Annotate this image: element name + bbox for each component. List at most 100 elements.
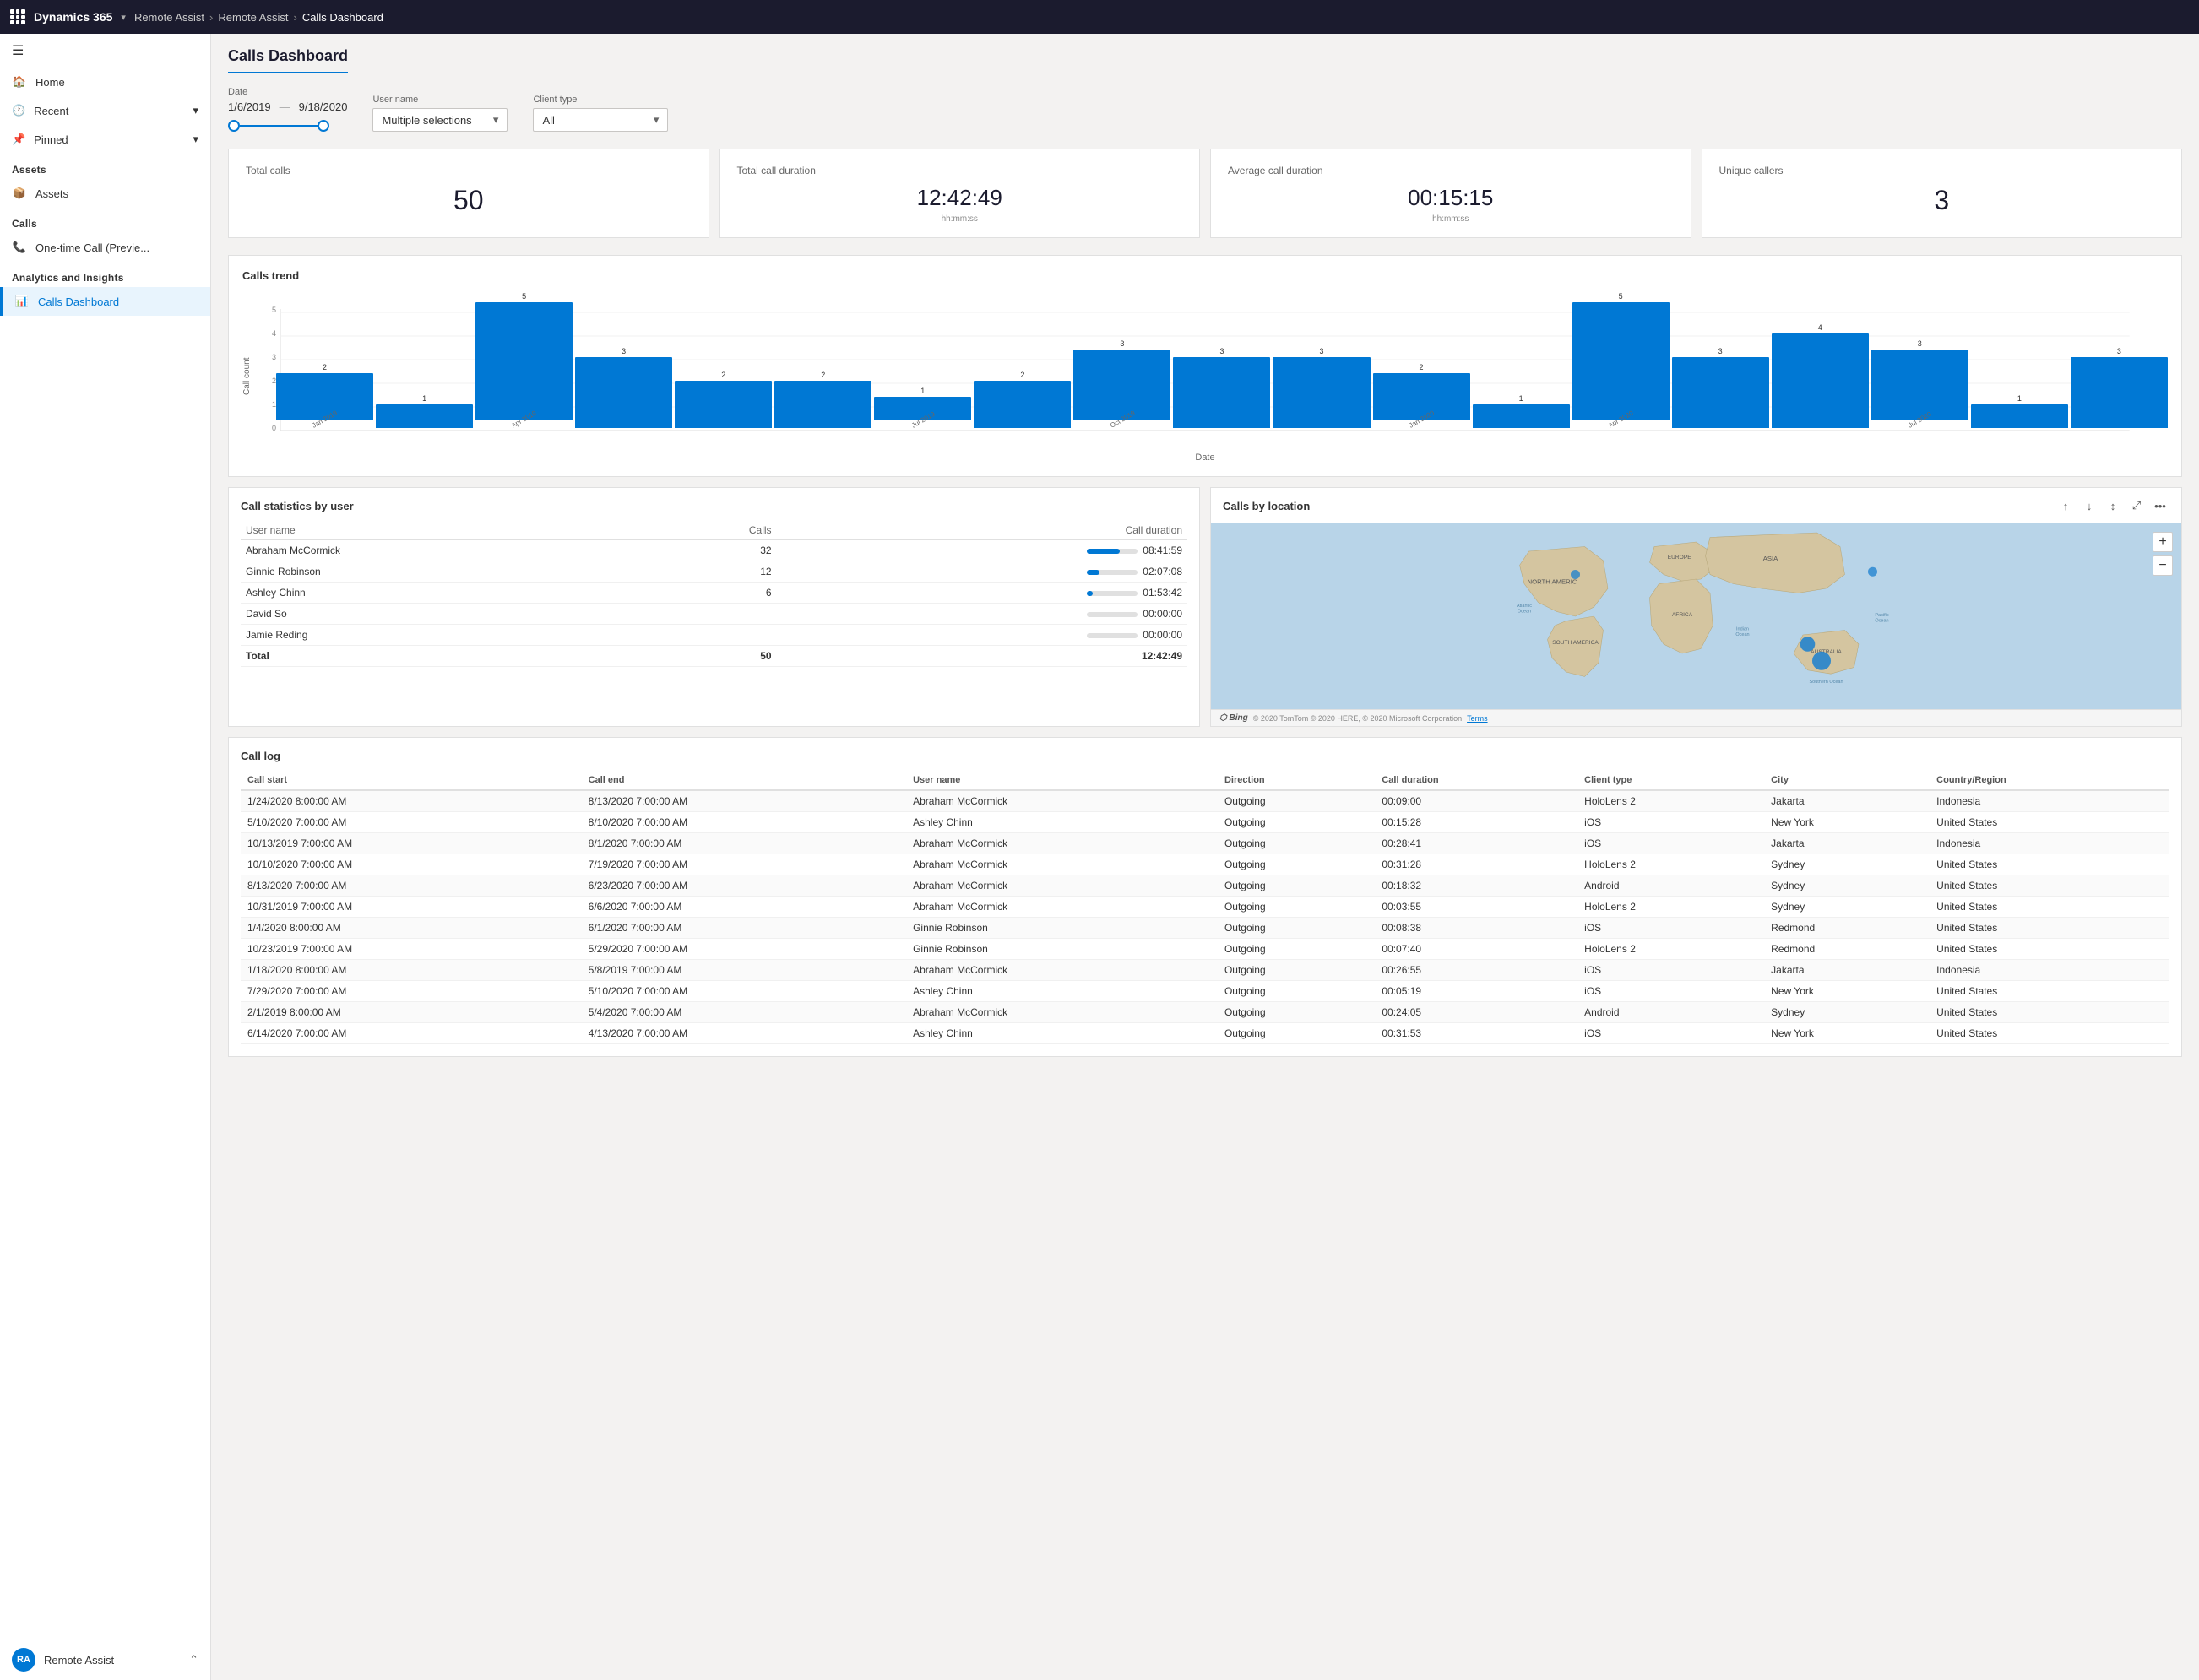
bar-rect[interactable] [475, 302, 573, 420]
call-stats-table: User name Calls Call duration Abraham Mc… [241, 521, 1187, 667]
log-duration: 00:09:00 [1375, 790, 1577, 812]
log-client: Android [1577, 875, 1764, 897]
bar-rect[interactable] [2071, 357, 2168, 428]
sidebar-bottom-expand-icon[interactable]: ⌃ [189, 1653, 198, 1666]
svg-text:Pacific: Pacific [1875, 613, 1888, 618]
bar-rect[interactable] [675, 381, 772, 428]
bar-rect[interactable] [774, 381, 871, 428]
log-duration: 00:18:32 [1375, 875, 1577, 897]
date-end: 9/18/2020 [299, 100, 348, 113]
log-end: 6/23/2020 7:00:00 AM [582, 875, 906, 897]
bar-rect[interactable] [1772, 333, 1869, 428]
log-start: 1/24/2020 8:00:00 AM [241, 790, 582, 812]
breadcrumb-app[interactable]: Remote Assist [134, 11, 204, 24]
log-user: Abraham McCormick [906, 897, 1218, 918]
log-col-client: Client type [1577, 771, 1764, 790]
log-duration: 00:31:28 [1375, 854, 1577, 875]
log-col-country: Country/Region [1930, 771, 2169, 790]
log-start: 10/31/2019 7:00:00 AM [241, 897, 582, 918]
log-city: Redmond [1764, 918, 1930, 939]
bar-value-label: 5 [1619, 292, 1623, 301]
log-client: HoloLens 2 [1577, 897, 1764, 918]
map-zoom-out-btn[interactable]: − [2153, 555, 2173, 576]
client-type-filter: Client type All ▾ [533, 95, 668, 132]
log-duration: 00:07:40 [1375, 939, 1577, 960]
bar-rect[interactable] [1373, 373, 1470, 420]
log-user: Abraham McCormick [906, 960, 1218, 981]
log-direction: Outgoing [1218, 1023, 1375, 1044]
sidebar-pinned-label: Pinned [34, 133, 68, 146]
range-thumb-right[interactable] [318, 120, 329, 132]
bar-rect[interactable] [1572, 302, 1670, 420]
map-zoom-in-btn[interactable]: + [2153, 532, 2173, 552]
range-thumb-left[interactable] [228, 120, 240, 132]
sidebar-bottom-remote-assist[interactable]: RA Remote Assist ⌃ [0, 1639, 210, 1680]
log-start: 10/10/2020 7:00:00 AM [241, 854, 582, 875]
sidebar-item-recent[interactable]: 🕐 Recent ▾ [0, 96, 210, 125]
log-table-row: 10/23/2019 7:00:00 AM 5/29/2020 7:00:00 … [241, 939, 2169, 960]
bar-rect[interactable] [376, 404, 473, 428]
map-sort-down-btn[interactable]: ↓ [2080, 496, 2099, 515]
map-more-btn[interactable]: ••• [2151, 496, 2169, 515]
bar-rect[interactable] [1073, 350, 1170, 420]
sidebar-item-pinned[interactable]: 📌 Pinned ▾ [0, 125, 210, 154]
svg-text:Ocean: Ocean [1735, 632, 1749, 637]
log-direction: Outgoing [1218, 897, 1375, 918]
sidebar-item-one-time-call[interactable]: 📞 One-time Call (Previe... [0, 233, 210, 262]
username-dropdown[interactable]: Multiple selections ▾ [372, 108, 508, 132]
bar-rect[interactable] [575, 357, 672, 428]
app-grid-icon[interactable] [10, 9, 25, 24]
log-user: Abraham McCormick [906, 854, 1218, 875]
bing-logo: ⬡ Bing [1219, 713, 1248, 723]
kpi-avg-duration-title: Average call duration [1228, 165, 1674, 176]
map-expand-btn[interactable]: ⤢ [2127, 496, 2146, 515]
bar-rect[interactable] [1473, 404, 1570, 428]
log-table-row: 1/18/2020 8:00:00 AM 5/8/2019 7:00:00 AM… [241, 960, 2169, 981]
sidebar-calls-dashboard-label: Calls Dashboard [38, 295, 119, 308]
log-country: United States [1930, 981, 2169, 1002]
log-country: United States [1930, 897, 2169, 918]
breadcrumb-separator2: › [293, 11, 296, 24]
kpi-total-calls-title: Total calls [246, 165, 692, 176]
map-sort-up-btn[interactable]: ↑ [2056, 496, 2075, 515]
client-type-dropdown[interactable]: All ▾ [533, 108, 668, 132]
bar-rect[interactable] [1871, 350, 1968, 420]
map-collapse-btn[interactable]: ↕ [2104, 496, 2122, 515]
sidebar-item-home-label: Home [35, 76, 65, 89]
log-client: Android [1577, 1002, 1764, 1023]
bar-rect[interactable] [974, 381, 1071, 428]
log-client: iOS [1577, 812, 1764, 833]
breadcrumb-parent[interactable]: Remote Assist [218, 11, 288, 24]
map-terms-link[interactable]: Terms [1467, 714, 1488, 723]
hamburger-icon[interactable]: ☰ [0, 34, 210, 68]
bar-rect[interactable] [1273, 357, 1370, 428]
log-country: United States [1930, 875, 2169, 897]
client-type-filter-label: Client type [533, 95, 668, 105]
stats-calls-cell: 12 [649, 561, 777, 583]
log-duration: 00:24:05 [1375, 1002, 1577, 1023]
log-start: 8/13/2020 7:00:00 AM [241, 875, 582, 897]
log-country: Indonesia [1930, 960, 2169, 981]
date-range-slider[interactable] [228, 120, 329, 132]
kpi-total-duration-value: 12:42:49 [737, 185, 1183, 211]
bar-value-label: 1 [920, 387, 925, 395]
bar-rect[interactable] [1672, 357, 1769, 428]
map-title: Calls by location [1223, 500, 1310, 512]
log-country: United States [1930, 812, 2169, 833]
sidebar-item-home[interactable]: 🏠 Home [0, 68, 210, 96]
bar-rect[interactable] [1173, 357, 1270, 428]
bar-item: 2 [974, 371, 1071, 431]
brand-chevron-icon[interactable]: ▾ [121, 12, 126, 23]
bar-rect[interactable] [276, 373, 373, 420]
sidebar-item-assets[interactable]: 📦 Assets [0, 179, 210, 208]
bar-value-label: 3 [1718, 347, 1723, 355]
sidebar-item-calls-dashboard[interactable]: 📊 Calls Dashboard [0, 287, 210, 316]
bar-value-label: 2 [1020, 371, 1024, 379]
stats-calls-cell [649, 625, 777, 646]
log-start: 1/18/2020 8:00:00 AM [241, 960, 582, 981]
bar-value-label: 3 [1918, 339, 1922, 348]
bar-chart-bars: 2Jan 201915Apr 20193221Jul 201923Oct 201… [276, 292, 2168, 453]
svg-text:Ocean: Ocean [1875, 619, 1888, 624]
bar-rect[interactable] [1971, 404, 2068, 428]
brand-label[interactable]: Dynamics 365 [34, 10, 112, 24]
